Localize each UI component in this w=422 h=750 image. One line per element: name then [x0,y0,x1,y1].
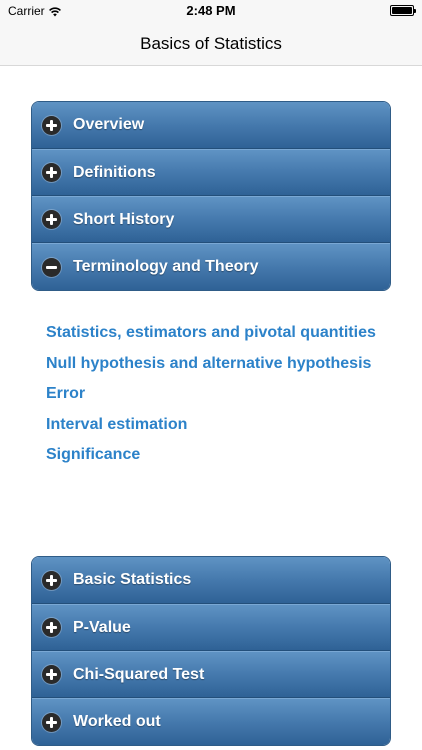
accordion-bottom: Basic Statistics P-Value Chi-Squared Tes… [31,556,391,746]
section-label: Terminology and Theory [73,258,259,275]
section-overview[interactable]: Overview [32,102,390,149]
minus-circle-icon [42,257,61,277]
plus-circle-icon [42,570,61,590]
battery-icon [390,5,416,16]
link-interval-estimation[interactable]: Interval estimation [46,410,376,441]
status-bar: Carrier 2:48 PM [0,0,422,22]
section-label: Chi-Squared Test [73,665,205,683]
section-terminology-and-theory[interactable]: Terminology and Theory [32,243,390,290]
battery-level [392,7,412,14]
link-null-hypothesis[interactable]: Null hypothesis and alternative hypothes… [46,349,376,380]
page-title: Basics of Statistics [140,34,282,53]
navigation-bar: Basics of Statistics [0,22,422,66]
section-label: Worked out [73,713,161,730]
section-short-history[interactable]: Short History [32,196,390,243]
section-label: Short History [73,210,175,228]
plus-circle-icon [42,115,61,135]
status-time: 2:48 PM [186,3,236,18]
section-worked-out[interactable]: Worked out [32,698,390,745]
link-error[interactable]: Error [46,379,376,410]
section-label: Definitions [73,163,156,181]
accordion-top: Overview Definitions Short History Termi… [31,101,391,291]
section-p-value[interactable]: P-Value [32,604,390,651]
expanded-section-content: Statistics, estimators and pivotal quant… [46,318,376,471]
plus-circle-icon [42,618,61,637]
link-significance[interactable]: Significance [46,440,376,471]
section-definitions[interactable]: Definitions [32,149,390,196]
section-chi-squared-test[interactable]: Chi-Squared Test [32,651,390,698]
link-statistics-estimators[interactable]: Statistics, estimators and pivotal quant… [46,318,376,349]
plus-circle-icon [42,163,61,182]
section-basic-statistics[interactable]: Basic Statistics [32,557,390,604]
plus-circle-icon [42,210,61,229]
section-label: Overview [73,116,145,133]
section-label: Basic Statistics [73,571,192,588]
plus-circle-icon [42,665,61,684]
plus-circle-icon [42,712,61,732]
section-label: P-Value [73,618,131,636]
